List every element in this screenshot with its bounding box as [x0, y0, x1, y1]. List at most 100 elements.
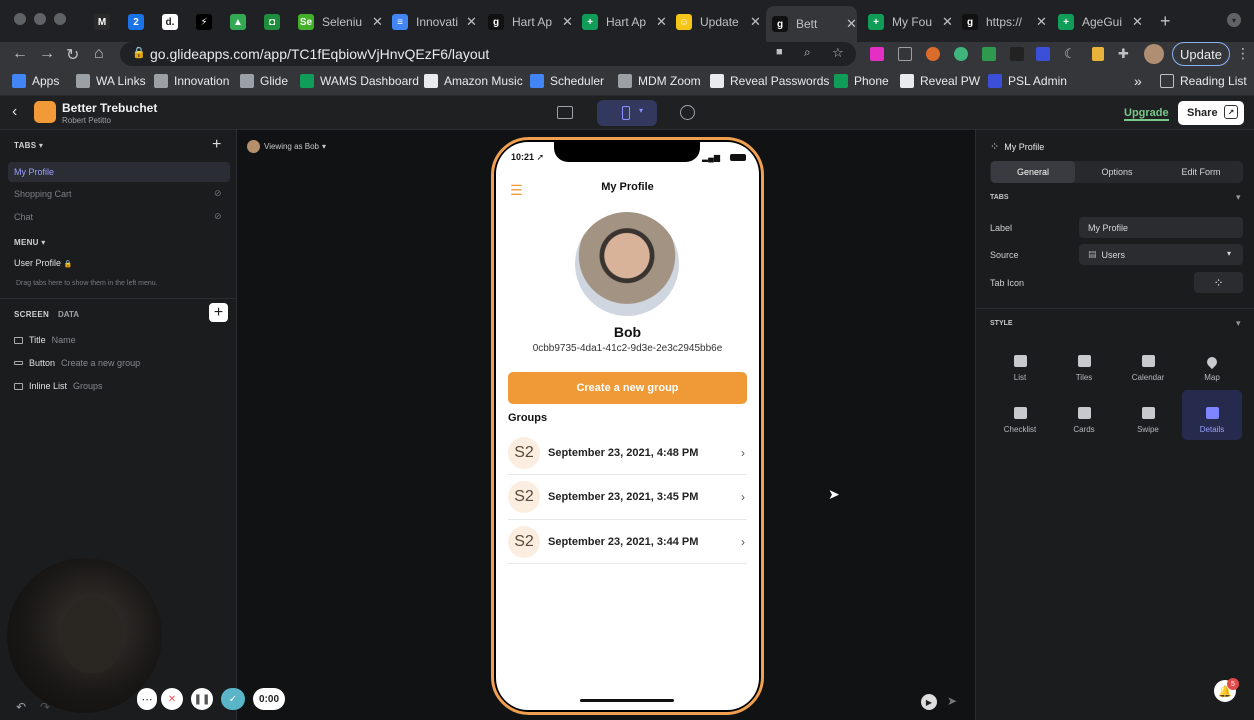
- extension-icon[interactable]: [1010, 47, 1024, 61]
- bookmark-item[interactable]: Glide: [240, 74, 288, 88]
- browser-tab[interactable]: Se Seleniu ✕: [292, 8, 383, 36]
- tab-shopping-cart[interactable]: Shopping Cart ⊘: [8, 184, 230, 204]
- segment-edit-form[interactable]: Edit Form: [1159, 161, 1243, 183]
- profile-avatar[interactable]: [1144, 44, 1164, 64]
- component-button[interactable]: Button Create a new group: [14, 358, 140, 368]
- bookmark-item[interactable]: MDM Zoom: [618, 74, 701, 88]
- browser-tab[interactable]: d.: [156, 8, 186, 36]
- close-window-button[interactable]: [14, 13, 26, 25]
- zoom-icon[interactable]: ⌕: [804, 45, 811, 60]
- close-tab-icon[interactable]: ✕: [372, 14, 383, 30]
- browser-tab[interactable]: + AgeGui ✕: [1052, 8, 1143, 36]
- new-tab-button[interactable]: +: [1160, 11, 1171, 32]
- group-list-item[interactable]: S2 September 23, 2021, 3:45 PM ›: [508, 476, 747, 520]
- extension-icon[interactable]: [982, 47, 996, 61]
- bookmark-item[interactable]: Reveal Passwords: [710, 74, 829, 88]
- bookmark-item[interactable]: Amazon Music: [424, 74, 523, 88]
- segment-options[interactable]: Options: [1075, 161, 1159, 183]
- style-option-tiles[interactable]: Tiles: [1054, 338, 1114, 388]
- redo-icon[interactable]: ↷: [40, 700, 50, 714]
- close-tab-icon[interactable]: ✕: [656, 14, 667, 30]
- extension-icon[interactable]: [898, 47, 912, 61]
- style-option-details[interactable]: Details: [1182, 390, 1242, 440]
- component-title[interactable]: Title Name: [14, 335, 76, 345]
- recorder-more-icon[interactable]: ⋯: [137, 688, 157, 710]
- pointer-icon[interactable]: ➤: [947, 694, 957, 708]
- add-tab-icon[interactable]: +: [212, 136, 221, 154]
- browser-tab[interactable]: M: [88, 8, 118, 36]
- camera-icon[interactable]: ■: [776, 46, 783, 58]
- grammarly-icon[interactable]: [954, 47, 968, 61]
- style-option-calendar[interactable]: Calendar: [1118, 338, 1178, 388]
- close-tab-icon[interactable]: ✕: [1036, 14, 1047, 30]
- browser-tab[interactable]: ◘: [258, 8, 288, 36]
- source-select[interactable]: ▤ Users ▾: [1079, 244, 1243, 265]
- segment-general[interactable]: General: [991, 161, 1075, 183]
- upgrade-link[interactable]: Upgrade: [1124, 107, 1169, 121]
- settings-gear-icon[interactable]: [680, 105, 695, 120]
- style-option-map[interactable]: Map: [1182, 338, 1242, 388]
- recorder-done-icon[interactable]: ✓: [221, 688, 245, 710]
- minimize-window-button[interactable]: [34, 13, 46, 25]
- forward-arrow-icon[interactable]: →: [39, 45, 55, 63]
- recorder-delete-icon[interactable]: ✕: [161, 688, 183, 710]
- share-button[interactable]: Share ↗: [1178, 101, 1244, 125]
- reload-icon[interactable]: ↻: [66, 45, 79, 65]
- close-tab-icon[interactable]: ✕: [846, 16, 857, 32]
- tab-screen[interactable]: SCREEN: [14, 310, 49, 319]
- close-tab-icon[interactable]: ✕: [942, 14, 953, 30]
- style-option-list[interactable]: List: [990, 338, 1050, 388]
- bookmark-item[interactable]: WA Links: [76, 74, 146, 88]
- extensions-puzzle-icon[interactable]: ✚: [1118, 46, 1129, 62]
- browser-tab[interactable]: 2: [122, 8, 152, 36]
- bookmark-item[interactable]: WAMS Dashboard: [300, 74, 419, 88]
- tab-data[interactable]: DATA: [58, 310, 79, 319]
- bookmark-item[interactable]: PSL Admin: [988, 74, 1067, 88]
- browser-tab[interactable]: ▲: [224, 8, 254, 36]
- extension-icon[interactable]: [1036, 47, 1050, 61]
- browser-tab[interactable]: g Hart Ap ✕: [482, 8, 573, 36]
- menu-item-user-profile[interactable]: User Profile 🔒: [14, 258, 72, 268]
- chevron-down-icon[interactable]: ▾: [1236, 192, 1241, 203]
- style-option-checklist[interactable]: Checklist: [990, 390, 1050, 440]
- extension-icon[interactable]: [1092, 47, 1104, 61]
- address-bar[interactable]: 🔒 go.glideapps.com/app/TC1fEqbiowVjHnvQE…: [120, 42, 856, 66]
- play-icon[interactable]: ▶: [921, 694, 937, 710]
- reading-list-button[interactable]: Reading List: [1160, 74, 1247, 88]
- browser-tab[interactable]: g https:// ✕: [956, 8, 1047, 36]
- bookmark-item[interactable]: Reveal PW: [900, 74, 980, 88]
- back-arrow-icon[interactable]: ←: [12, 45, 28, 63]
- kebab-menu-icon[interactable]: ⋮: [1236, 45, 1250, 62]
- style-option-swipe[interactable]: Swipe: [1118, 390, 1178, 440]
- close-tab-icon[interactable]: ✕: [750, 14, 761, 30]
- component-inline-list[interactable]: Inline List Groups: [14, 381, 103, 391]
- more-bookmarks-button[interactable]: »: [1134, 73, 1142, 89]
- close-tab-icon[interactable]: ✕: [466, 14, 477, 30]
- browser-tab[interactable]: g Bett ✕: [766, 6, 857, 42]
- dark-mode-icon[interactable]: ☾: [1064, 46, 1076, 62]
- tab-my-profile[interactable]: My Profile: [8, 162, 230, 182]
- close-tab-icon[interactable]: ✕: [1132, 14, 1143, 30]
- bookmark-item[interactable]: Apps: [12, 74, 59, 88]
- back-chevron-icon[interactable]: ‹: [12, 103, 17, 121]
- extension-icon[interactable]: [926, 47, 940, 61]
- group-list-item[interactable]: S2 September 23, 2021, 3:44 PM ›: [508, 520, 747, 564]
- bookmark-item[interactable]: Scheduler: [530, 74, 604, 88]
- browser-tab[interactable]: ≡ Innovati ✕: [386, 8, 477, 36]
- viewing-as-selector[interactable]: Viewing as Bob ▾: [247, 140, 326, 153]
- close-tab-icon[interactable]: ✕: [562, 14, 573, 30]
- browser-tab[interactable]: + My Fou ✕: [862, 8, 953, 36]
- maximize-window-button[interactable]: [54, 13, 66, 25]
- browser-tab[interactable]: ☺ Update ✕: [670, 8, 761, 36]
- hidden-eye-icon[interactable]: ⊘: [214, 211, 222, 222]
- create-group-button[interactable]: Create a new group: [508, 372, 747, 404]
- browser-tab[interactable]: + Hart Ap ✕: [576, 8, 667, 36]
- browser-tab[interactable]: ⚡: [190, 8, 220, 36]
- layout-editor-toggle[interactable]: ▾: [597, 100, 657, 126]
- home-icon[interactable]: ⌂: [94, 45, 104, 63]
- data-editor-icon[interactable]: [557, 106, 573, 119]
- hidden-eye-icon[interactable]: ⊘: [214, 188, 222, 199]
- menu-section-header[interactable]: MENU ▾: [14, 238, 46, 247]
- app-logo[interactable]: [34, 101, 56, 123]
- tab-chat[interactable]: Chat ⊘: [8, 207, 230, 227]
